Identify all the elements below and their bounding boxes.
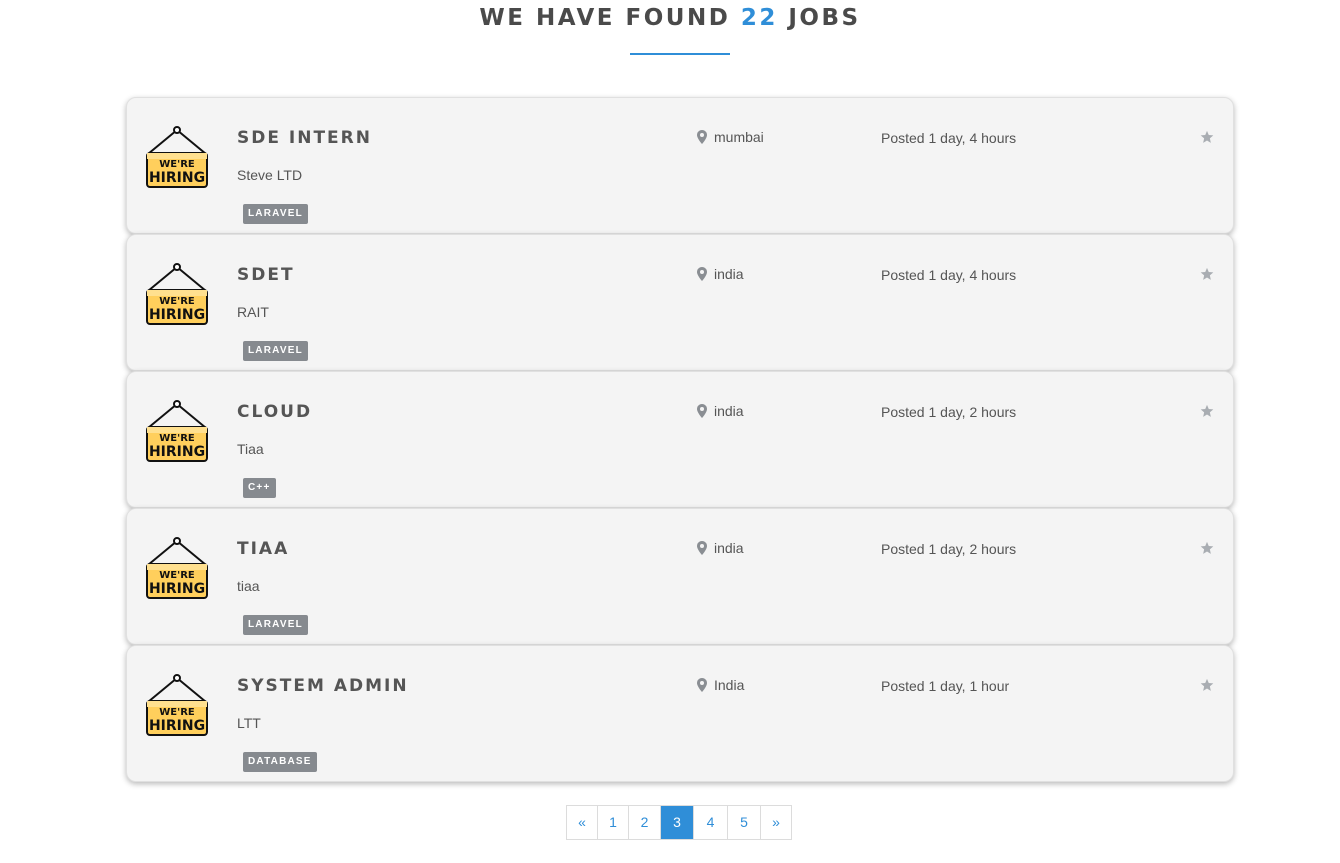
page-button-1[interactable]: 1: [598, 806, 629, 839]
posted-time: Posted 1 day, 4 hours: [881, 130, 1017, 146]
skill-tag[interactable]: LARAVEL: [243, 204, 308, 224]
map-marker-icon: [697, 541, 707, 555]
job-card[interactable]: WE'RE HIRING TIAA tiaa LARAVEL india Pos…: [126, 508, 1234, 645]
logo-line-2: HIRING: [149, 444, 205, 460]
job-card[interactable]: WE'RE HIRING SDET RAIT LARAVEL india Pos…: [126, 234, 1234, 371]
logo-line-2: HIRING: [149, 170, 205, 186]
map-marker-icon: [697, 130, 707, 144]
location-text: india: [714, 540, 744, 556]
star-icon[interactable]: [1200, 678, 1214, 692]
job-location: India: [697, 677, 744, 693]
skill-tag[interactable]: LARAVEL: [243, 341, 308, 361]
posted-time: Posted 1 day, 1 hour: [881, 678, 1010, 694]
prev-page-button[interactable]: «: [567, 806, 598, 839]
job-title[interactable]: SYSTEM ADMIN: [237, 676, 409, 696]
logo-line-1: WE'RE: [159, 707, 195, 718]
company-name: tiaa: [237, 578, 260, 594]
job-title[interactable]: TIAA: [237, 539, 289, 559]
job-list: WE'RE HIRING SDE INTERN Steve LTD LARAVE…: [126, 97, 1234, 782]
skill-tag[interactable]: LARAVEL: [243, 615, 308, 635]
next-page-button[interactable]: »: [761, 806, 791, 839]
heading-underline: [630, 53, 730, 55]
map-marker-icon: [697, 678, 707, 692]
job-location: india: [697, 266, 744, 282]
page-heading: WE HAVE FOUND 22 JOBS: [0, 5, 1340, 31]
hiring-sign-icon: WE'RE HIRING: [146, 400, 208, 462]
job-location: mumbai: [697, 129, 764, 145]
page-button-3[interactable]: 3: [661, 806, 694, 839]
star-icon[interactable]: [1200, 404, 1214, 418]
job-title[interactable]: SDE INTERN: [237, 128, 372, 148]
hiring-sign-icon: WE'RE HIRING: [146, 263, 208, 325]
job-title[interactable]: CLOUD: [237, 402, 312, 422]
company-name: Steve LTD: [237, 167, 303, 183]
logo-line-2: HIRING: [149, 581, 205, 597]
posted-time: Posted 1 day, 2 hours: [881, 404, 1017, 420]
posted-time: Posted 1 day, 4 hours: [881, 267, 1017, 283]
company-name: LTT: [237, 715, 261, 731]
job-count: 22: [740, 5, 778, 31]
job-card[interactable]: WE'RE HIRING SYSTEM ADMIN LTT DATABASE I…: [126, 645, 1234, 782]
page-button-5[interactable]: 5: [728, 806, 761, 839]
hiring-sign-icon: WE'RE HIRING: [146, 126, 208, 188]
job-card[interactable]: WE'RE HIRING CLOUD Tiaa C++ india Posted…: [126, 371, 1234, 508]
star-icon[interactable]: [1200, 130, 1214, 144]
location-text: mumbai: [714, 129, 764, 145]
location-text: India: [714, 677, 745, 693]
logo-line-2: HIRING: [149, 307, 205, 323]
hiring-sign-icon: WE'RE HIRING: [146, 537, 208, 599]
job-card[interactable]: WE'RE HIRING SDE INTERN Steve LTD LARAVE…: [126, 97, 1234, 234]
job-location: india: [697, 403, 744, 419]
location-text: india: [714, 403, 744, 419]
job-title[interactable]: SDET: [237, 265, 295, 285]
heading-prefix: WE HAVE FOUND: [479, 5, 731, 31]
hiring-sign-icon: WE'RE HIRING: [146, 674, 208, 736]
heading-suffix: JOBS: [788, 5, 861, 31]
logo-line-1: WE'RE: [159, 433, 195, 444]
pagination: «1 2 3 4 5»: [566, 805, 792, 840]
logo-line-1: WE'RE: [159, 570, 195, 581]
location-text: india: [714, 266, 744, 282]
page-button-2[interactable]: 2: [629, 806, 661, 839]
logo-line-1: WE'RE: [159, 159, 195, 170]
map-marker-icon: [697, 267, 707, 281]
page-button-4[interactable]: 4: [694, 806, 728, 839]
logo-line-2: HIRING: [149, 718, 205, 734]
posted-time: Posted 1 day, 2 hours: [881, 541, 1017, 557]
company-name: RAIT: [237, 304, 269, 320]
map-marker-icon: [697, 404, 707, 418]
star-icon[interactable]: [1200, 267, 1214, 281]
skill-tag[interactable]: C++: [243, 478, 276, 498]
job-location: india: [697, 540, 744, 556]
company-name: Tiaa: [237, 441, 264, 457]
star-icon[interactable]: [1200, 541, 1214, 555]
skill-tag[interactable]: DATABASE: [243, 752, 317, 772]
logo-line-1: WE'RE: [159, 296, 195, 307]
